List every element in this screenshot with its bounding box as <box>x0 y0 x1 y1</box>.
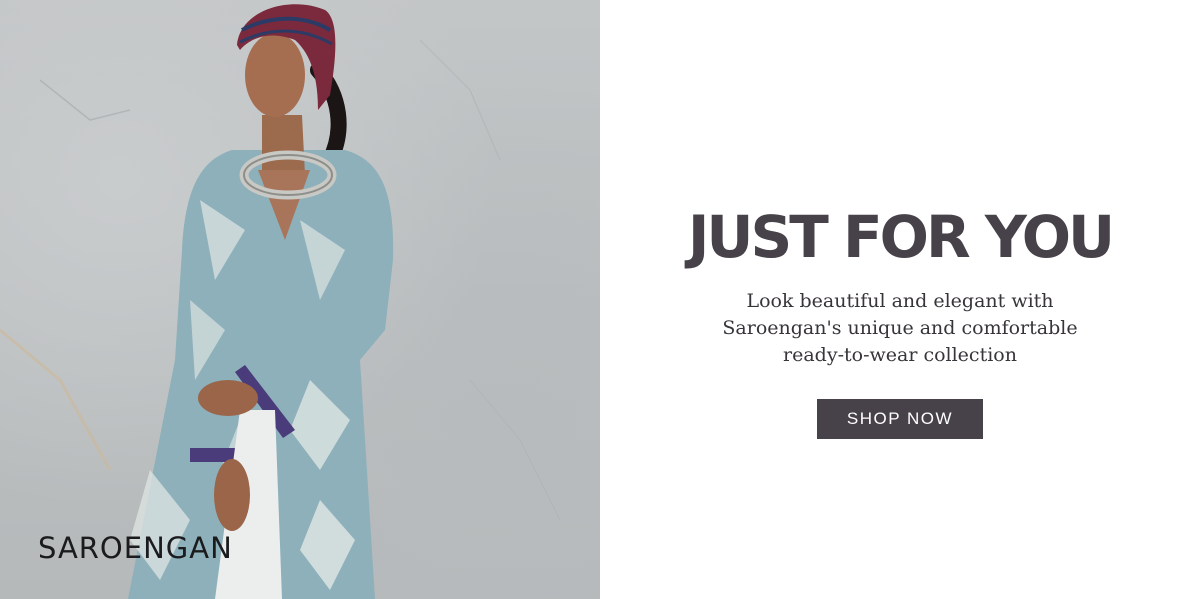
wall-crack <box>469 379 561 521</box>
promo-panel: JUST FOR YOU Look beautiful and elegant … <box>600 0 1200 599</box>
headline: JUST FOR YOU <box>687 203 1115 271</box>
hand <box>214 459 250 531</box>
promo-banner: SAROENGAN JUST FOR YOU Look beautiful an… <box>0 0 1200 599</box>
subtext-line: ready-to-wear collection <box>783 344 1017 366</box>
brand-logo: SAROENGAN <box>38 531 233 565</box>
wall-stain <box>0 328 112 471</box>
promo-subtext: Look beautiful and elegant with Saroenga… <box>700 288 1100 369</box>
wall-crack <box>39 79 131 121</box>
subtext-line: Look beautiful and elegant with <box>746 290 1054 312</box>
model-illustration <box>0 4 561 599</box>
model-photo: SAROENGAN <box>0 0 600 599</box>
subtext-line: Saroengan's unique and comfortable <box>722 317 1078 339</box>
wall-crack <box>419 39 501 161</box>
hand <box>198 380 258 416</box>
neck <box>262 115 305 175</box>
face <box>245 33 305 117</box>
shop-now-button[interactable]: SHOP NOW <box>817 399 983 439</box>
